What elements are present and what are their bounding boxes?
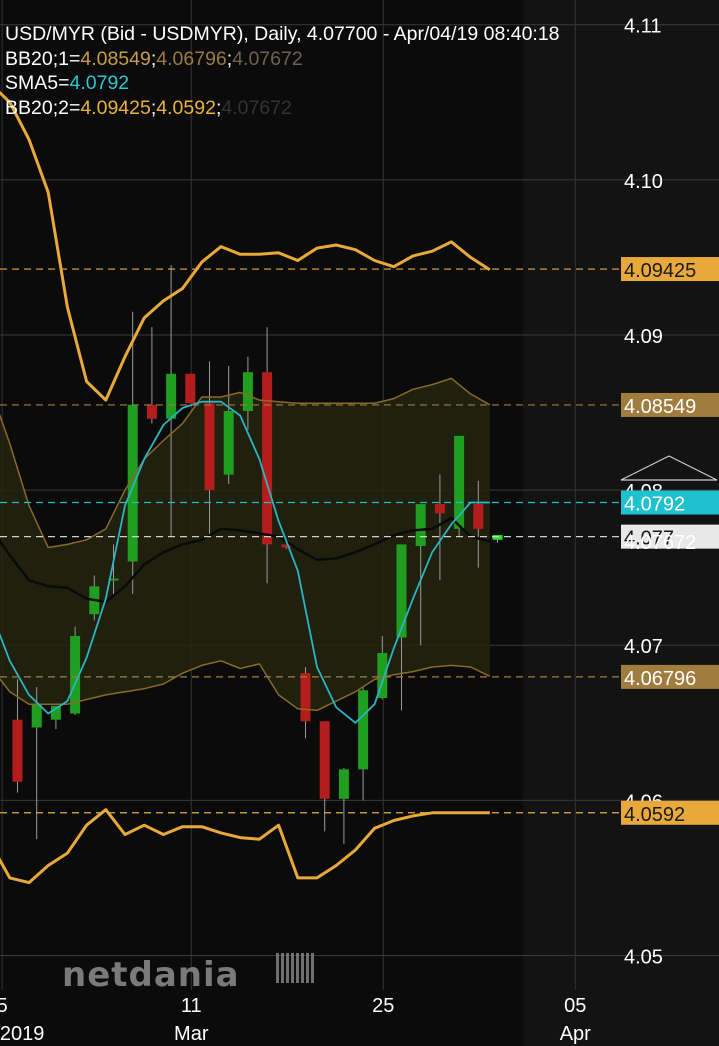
legend-sma-row: SMA5=4.0792 [5,71,560,96]
legend-bb2-row: BB20;2=4.09425;4.0592;4.07672 [5,96,560,121]
price-tag-label: 4.07672 [624,532,696,554]
price-tag-label: 4.08549 [624,396,696,418]
legend-bb2-label: BB20;2= [5,96,81,119]
netdania-logo-mark-icon [276,953,314,983]
legend-sma-label: SMA5= [5,72,70,94]
x-tick-label: 05 [564,995,586,1017]
price-tag-label: 4.0792 [624,494,685,516]
candle-body [492,535,503,540]
candle-body [31,704,42,728]
candle-body [415,504,426,546]
legend-bb1-label: BB20;1= [5,47,81,70]
price-tag-label: 4.0592 [624,804,685,826]
chart-legend: USD/MYR (Bid - USDMYR), Daily, 4.07700 -… [5,22,560,120]
legend-bb1-upper: 4.08549 [80,47,151,70]
candle-body [473,504,484,529]
candle-body [358,690,369,770]
candle-body [223,410,234,475]
x-tick-sublabel: Mar [174,1023,209,1045]
candle-body [319,721,330,799]
candle-body [12,719,23,782]
y-tick-label: 4.11 [624,16,661,38]
candle-body [396,544,407,638]
legend-bb1-row: BB20;1=4.08549;4.06796;4.07672 [5,47,560,72]
netdania-logo: netdania [62,955,240,995]
y-tick-label: 4.05 [624,947,663,969]
candle-body [300,673,311,722]
legend-bb2-lower: 4.0592 [156,96,216,119]
y-tick-label: 4.10 [624,171,663,193]
candle-body [204,403,215,491]
legend-title: USD/MYR (Bid - USDMYR), Daily, 4.07700 -… [5,23,560,45]
candle-body [262,372,273,545]
x-tick-label: 11 [181,995,202,1017]
x-tick-label: 5 [0,995,8,1017]
y-tick-label: 4.07 [624,636,663,658]
x-tick-sublabel: Feb/2019 [0,1023,44,1045]
legend-bb1-lower: 4.06796 [156,47,227,70]
x-tick-label: 25 [372,995,394,1017]
candle-body [338,769,349,799]
legend-title-row: USD/MYR (Bid - USDMYR), Daily, 4.07700 -… [5,22,560,47]
legend-bb1-mid: 4.07672 [232,47,303,70]
x-tick-sublabel: Apr [560,1023,591,1045]
chart-svg: 4.054.064.074.084.094.104.11 5Feb/201911… [0,0,719,1046]
price-tag-label: 4.06796 [624,668,696,690]
legend-sma-value: 4.0792 [69,72,130,94]
candle-body [185,373,196,404]
price-tag-label: 4.09425 [624,260,696,282]
y-tick-label: 4.09 [624,326,663,348]
legend-bb2-mid: 4.07672 [221,96,292,119]
candle-body [146,404,157,419]
candle-body [434,504,445,514]
candle-body [166,373,177,419]
legend-bb2-upper: 4.09425 [80,96,151,119]
